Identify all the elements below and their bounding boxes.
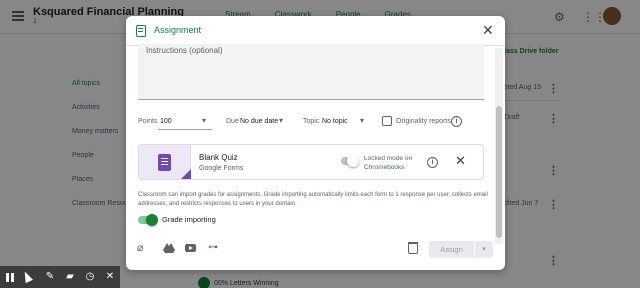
grade-importing-label: Grade importing <box>162 215 216 224</box>
chevron-down-icon[interactable]: ▾ <box>360 116 364 125</box>
thumbnail-corner <box>181 169 191 179</box>
dialog-header: Assignment ✕ <box>126 16 505 46</box>
locked-mode-label: Locked mode on Chromebooks <box>364 155 413 171</box>
pen-icon[interactable]: ✎ <box>44 271 56 283</box>
timer-icon[interactable]: ◷ <box>84 271 96 283</box>
scrollbar-thumb[interactable] <box>496 106 502 238</box>
dialog-title: Assignment <box>154 25 202 35</box>
toggle-knob <box>347 155 359 167</box>
grade-importing-toggle[interactable] <box>138 214 158 226</box>
google-forms-icon <box>158 154 171 171</box>
assignment-icon <box>136 25 146 37</box>
youtube-icon[interactable] <box>185 244 196 252</box>
google-drive-icon[interactable] <box>163 242 175 254</box>
assign-button[interactable]: Assign <box>429 241 474 258</box>
close-icon[interactable]: ✕ <box>482 22 494 39</box>
grade-import-note: Classroom can import grades for assignme… <box>138 192 488 207</box>
close-icon[interactable]: ✕ <box>104 271 116 283</box>
info-icon[interactable]: i <box>451 116 462 127</box>
locked-mode-toggle[interactable] <box>341 155 359 167</box>
attachment-card[interactable]: Blank Quiz Google Forms Locked mode on C… <box>138 144 484 180</box>
due-label: Due <box>226 118 239 125</box>
points-value[interactable]: 100 <box>160 118 172 125</box>
points-underline <box>158 129 212 130</box>
topic-label: Topic <box>303 118 320 125</box>
trash-icon[interactable] <box>408 242 418 254</box>
assign-options-chevron-icon[interactable]: ▾ <box>475 241 493 258</box>
originality-checkbox[interactable] <box>382 116 392 126</box>
pause-icon[interactable] <box>4 271 16 283</box>
assignment-dialog: Assignment ✕ Instructions (optional) Poi… <box>126 16 505 270</box>
screencast-toolbar: ✎ ▰ ◷ ✕ <box>0 266 120 288</box>
toggle-knob <box>146 214 158 226</box>
due-value[interactable]: No due date <box>240 118 278 125</box>
scrollbar[interactable] <box>495 48 503 244</box>
remove-attachment-icon[interactable]: ✕ <box>455 153 466 169</box>
attachment-title[interactable]: Blank Quiz <box>199 153 238 162</box>
topic-value[interactable]: No topic <box>322 118 348 125</box>
chevron-down-icon[interactable]: ▾ <box>279 116 283 125</box>
chevron-down-icon[interactable]: ▾ <box>202 116 206 125</box>
instructions-placeholder: Instructions (optional) <box>146 46 223 55</box>
paperclip-icon[interactable]: ⌀ <box>137 242 149 254</box>
link-icon[interactable]: ⊶ <box>208 242 220 254</box>
attachment-thumbnail[interactable] <box>139 145 191 179</box>
originality-label: Originality reports <box>396 118 451 125</box>
points-label: Points <box>138 118 158 125</box>
highlighter-icon[interactable]: ▰ <box>64 271 76 283</box>
cursor-icon[interactable] <box>21 269 33 284</box>
attachment-type: Google Forms <box>199 165 244 172</box>
info-icon[interactable]: i <box>427 157 438 168</box>
instructions-field[interactable]: Instructions (optional) <box>138 44 484 100</box>
